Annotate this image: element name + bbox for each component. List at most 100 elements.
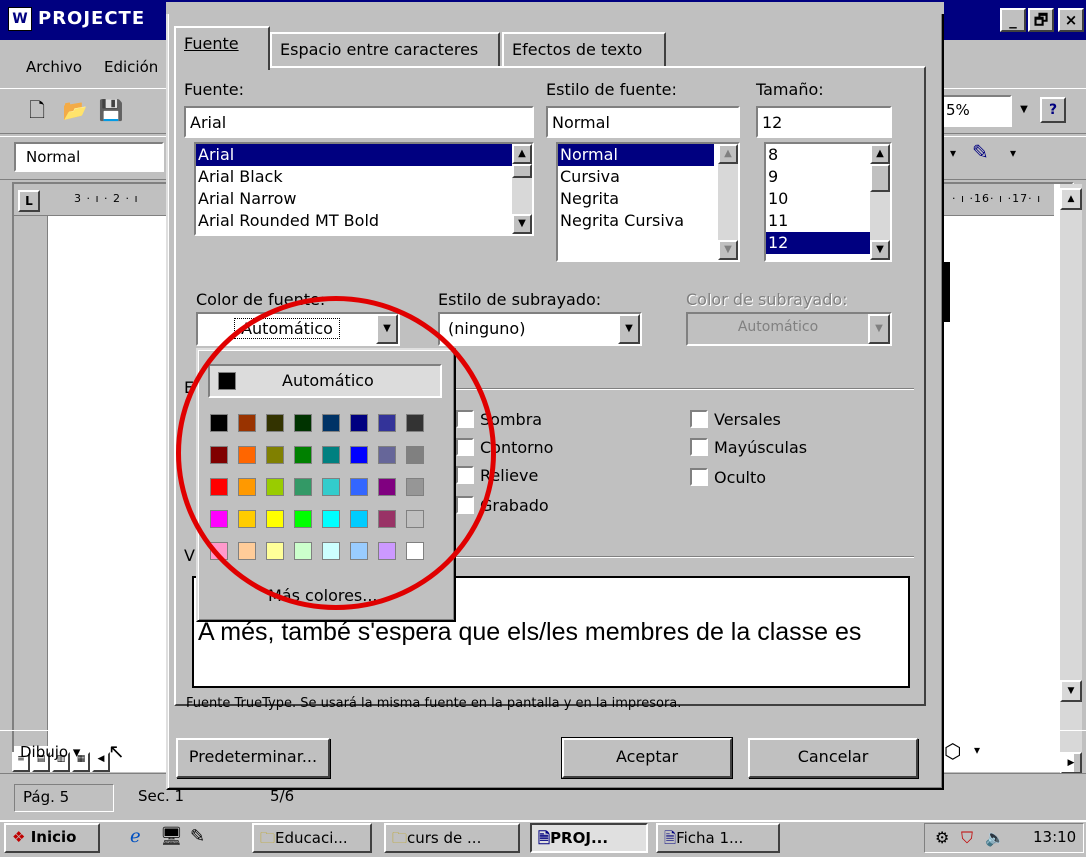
list-item[interactable]: Negrita Cursiva (558, 210, 738, 232)
color-swatch[interactable] (238, 478, 256, 496)
color-swatch[interactable] (210, 510, 228, 528)
color-swatch[interactable] (266, 478, 284, 496)
color-swatch[interactable] (406, 542, 424, 560)
color-swatch[interactable] (238, 414, 256, 432)
color-swatch[interactable] (294, 478, 312, 496)
list-item[interactable]: Arial Rounded MT Bold (196, 210, 532, 232)
checkbox-sombra[interactable]: Sombra (456, 410, 542, 429)
underline-color-combo[interactable]: Automático ▼ (686, 312, 892, 346)
internet-explorer-icon[interactable]: ℯ (130, 826, 141, 847)
scroll-up-icon[interactable]: ▲ (718, 144, 738, 164)
list-item[interactable]: Negrita (558, 188, 738, 210)
list-item[interactable]: Arial (196, 144, 532, 166)
tray-shield-icon[interactable]: ⛉ (961, 828, 973, 848)
color-swatch[interactable] (406, 478, 424, 496)
color-swatch[interactable] (294, 542, 312, 560)
color-swatch[interactable] (322, 542, 340, 560)
list-item[interactable]: Cursiva (558, 166, 738, 188)
scroll-up-icon[interactable]: ▲ (512, 144, 532, 164)
vertical-scrollbar[interactable]: ▲ ▼ (1060, 184, 1082, 754)
taskbar-item-curs[interactable]: 🗀curs de ... (384, 823, 520, 853)
tab-stop-icon[interactable]: L (18, 190, 40, 212)
scroll-up-icon[interactable]: ▲ (1060, 188, 1082, 210)
list-item[interactable]: Arial Narrow (196, 188, 532, 210)
tray-tools-icon[interactable]: ⚙ (935, 828, 949, 847)
color-swatch[interactable] (210, 414, 228, 432)
ok-button[interactable]: Aceptar (561, 737, 733, 779)
new-document-icon[interactable]: 🗋 (24, 97, 50, 123)
cancel-button[interactable]: Cancelar (748, 738, 918, 778)
list-item[interactable]: 12 (766, 232, 870, 254)
style-list[interactable]: Normal Cursiva Negrita Negrita Cursiva ▲… (556, 142, 740, 262)
drawing-menu[interactable]: Dibujo ▾ (20, 743, 80, 761)
checkbox-mayusculas[interactable]: Mayúsculas (690, 438, 807, 457)
color-swatch[interactable] (406, 414, 424, 432)
color-swatch[interactable] (406, 446, 424, 464)
scroll-down-icon[interactable]: ▼ (512, 214, 532, 234)
checkbox-versales[interactable]: Versales (690, 410, 781, 429)
checkbox-grabado[interactable]: Grabado (456, 496, 549, 515)
restore-button[interactable]: 🗗 (1028, 8, 1054, 32)
color-swatch[interactable] (266, 542, 284, 560)
color-swatch[interactable] (406, 510, 424, 528)
color-swatch[interactable] (322, 510, 340, 528)
channels-icon[interactable]: ✎ (190, 826, 205, 847)
scroll-thumb[interactable] (870, 164, 890, 192)
minimize-button[interactable]: _ (1000, 8, 1026, 32)
help-icon[interactable]: ? (1040, 97, 1066, 123)
font-list-scrollbar[interactable]: ▲ ▼ (512, 144, 532, 234)
taskbar-item-proj[interactable]: 🗎PROJ... (530, 823, 648, 853)
size-input[interactable]: 12 (756, 106, 892, 138)
color-swatch[interactable] (238, 542, 256, 560)
scroll-down-icon[interactable]: ▼ (1060, 680, 1082, 702)
highlighter-dropdown-icon[interactable]: ▾ (1010, 146, 1016, 160)
color-swatch[interactable] (238, 446, 256, 464)
color-swatch[interactable] (350, 542, 368, 560)
open-folder-icon[interactable]: 📂 (62, 97, 88, 123)
checkbox-contorno[interactable]: Contorno (456, 438, 553, 457)
3d-cube-icon[interactable]: ⬡ (944, 739, 961, 763)
underline-style-combo[interactable]: (ninguno) ▼ (438, 312, 642, 346)
menu-edicion[interactable]: Edición (104, 58, 158, 76)
style-list-scrollbar[interactable]: ▲ ▼ (718, 144, 738, 260)
color-swatch[interactable] (294, 510, 312, 528)
color-swatch[interactable] (350, 478, 368, 496)
3d-dropdown-icon[interactable]: ▾ (974, 743, 980, 757)
chevron-down-icon[interactable]: ▼ (618, 314, 640, 344)
color-swatch[interactable] (210, 446, 228, 464)
size-list-scrollbar[interactable]: ▲ ▼ (870, 144, 890, 260)
color-swatch[interactable] (378, 446, 396, 464)
size-list[interactable]: 8 9 10 11 12 ▲ ▼ (764, 142, 892, 262)
font-color-combo[interactable]: Automático ▼ (196, 312, 400, 346)
save-disk-icon[interactable]: 💾 (98, 97, 124, 123)
color-swatch[interactable] (350, 446, 368, 464)
checkbox-relieve[interactable]: Relieve (456, 466, 538, 485)
scroll-down-icon[interactable]: ▼ (870, 240, 890, 260)
tab-fuente[interactable]: Fuente (174, 26, 270, 70)
color-swatch[interactable] (266, 510, 284, 528)
tab-efectos[interactable]: Efectos de texto (502, 32, 666, 68)
checkbox-oculto[interactable]: Oculto (690, 468, 766, 487)
font-input[interactable]: Arial (184, 106, 534, 138)
chevron-down-icon[interactable]: ▼ (376, 314, 398, 344)
chevron-down-icon[interactable]: ▼ (868, 314, 890, 344)
style-input[interactable]: Normal (546, 106, 740, 138)
automatic-color-button[interactable]: Automático (208, 364, 442, 398)
color-swatch[interactable] (378, 478, 396, 496)
color-swatch[interactable] (210, 478, 228, 496)
scroll-down-icon[interactable]: ▼ (718, 240, 738, 260)
desktop-icon[interactable]: 🖥 (160, 826, 183, 847)
color-swatch[interactable] (210, 542, 228, 560)
list-item[interactable]: Normal (558, 144, 714, 166)
start-button[interactable]: ❖ Inicio (4, 823, 100, 853)
default-button[interactable]: Predeterminar... (176, 738, 330, 778)
tab-espacio[interactable]: Espacio entre caracteres (270, 32, 500, 68)
color-swatch[interactable] (238, 510, 256, 528)
font-list[interactable]: Arial Arial Black Arial Narrow Arial Rou… (194, 142, 534, 236)
highlight-dropdown-icon[interactable]: ▾ (950, 146, 956, 160)
taskbar-item-ficha[interactable]: 🗎Ficha 1... (656, 823, 780, 853)
color-swatch[interactable] (350, 414, 368, 432)
color-swatch[interactable] (266, 414, 284, 432)
zoom-box[interactable]: 5% (942, 95, 1012, 127)
color-swatch[interactable] (378, 414, 396, 432)
